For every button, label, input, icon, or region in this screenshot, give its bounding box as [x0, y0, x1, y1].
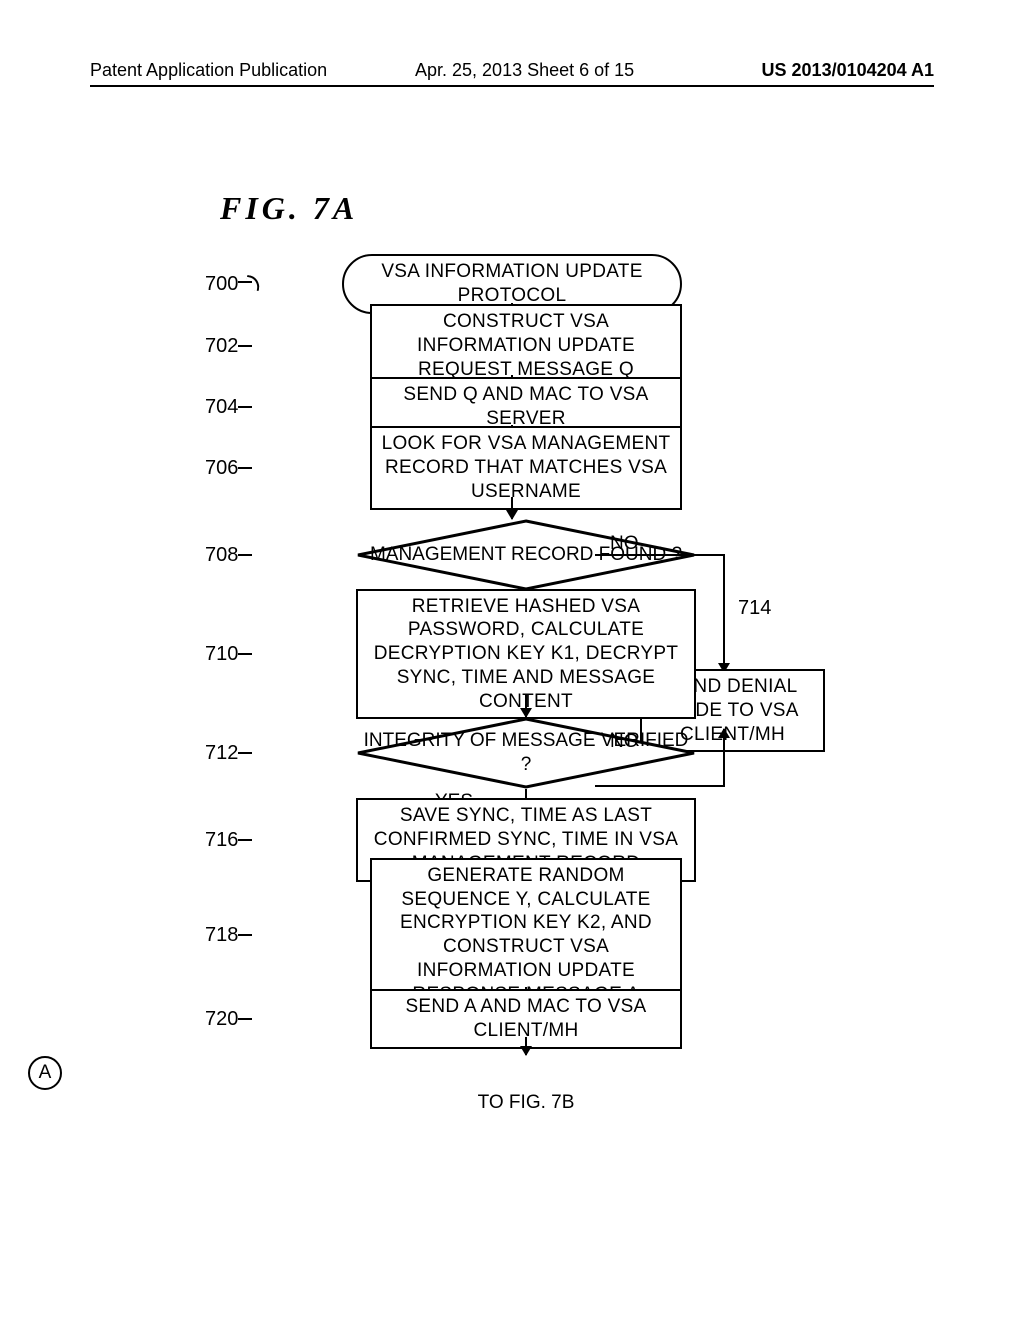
leader-704: [238, 406, 252, 408]
header-center: Apr. 25, 2013 Sheet 6 of 15: [415, 60, 634, 81]
step-number-700: 700: [205, 273, 238, 296]
decision-708: MANAGEMENT RECORD FOUND ?: [356, 519, 696, 591]
header-right: US 2013/0104204 A1: [762, 60, 934, 81]
leader-716: [238, 839, 252, 841]
step-number-718: 718: [205, 924, 238, 947]
decision-712: INTEGRITY OF MESSAGE VERIFIED ?: [356, 717, 696, 789]
leader-702: [238, 345, 252, 347]
leader-708: [238, 554, 252, 556]
step-number-710: 710: [205, 643, 238, 666]
process-706: LOOK FOR VSA MANAGEMENT RECORD THAT MATC…: [370, 426, 682, 509]
step-number-712: 712: [205, 742, 238, 765]
step-number-720: 720: [205, 1008, 238, 1031]
leader-718: [238, 934, 252, 936]
header-left: Patent Application Publication: [90, 60, 327, 81]
leader-720: [238, 1018, 252, 1020]
arrow: [525, 695, 527, 717]
arrow: [511, 497, 513, 519]
flowchart: 700 VSA INFORMATION UPDATE PROTOCOL 702 …: [0, 265, 1024, 1115]
step-number-702: 702: [205, 335, 238, 358]
leader-700: [238, 281, 252, 283]
connector-to-label: TO FIG. 7B: [478, 1092, 575, 1114]
step-number-706: 706: [205, 457, 238, 480]
decision-712-text: INTEGRITY OF MESSAGE VERIFIED ?: [356, 719, 696, 787]
leader-712: [238, 752, 252, 754]
step-number-704: 704: [205, 396, 238, 419]
figure-title: FIG. 7A: [220, 190, 358, 227]
connector-a: A: [28, 1056, 62, 1090]
process-702: CONSTRUCT VSA INFORMATION UPDATE REQUEST…: [370, 304, 682, 387]
leader-706: [238, 467, 252, 469]
leader-710: [238, 653, 252, 655]
step-number-716: 716: [205, 829, 238, 852]
decision-708-text: MANAGEMENT RECORD FOUND ?: [370, 533, 682, 577]
arrow: [525, 1037, 527, 1055]
header-rule: [90, 85, 934, 87]
step-number-708: 708: [205, 544, 238, 567]
